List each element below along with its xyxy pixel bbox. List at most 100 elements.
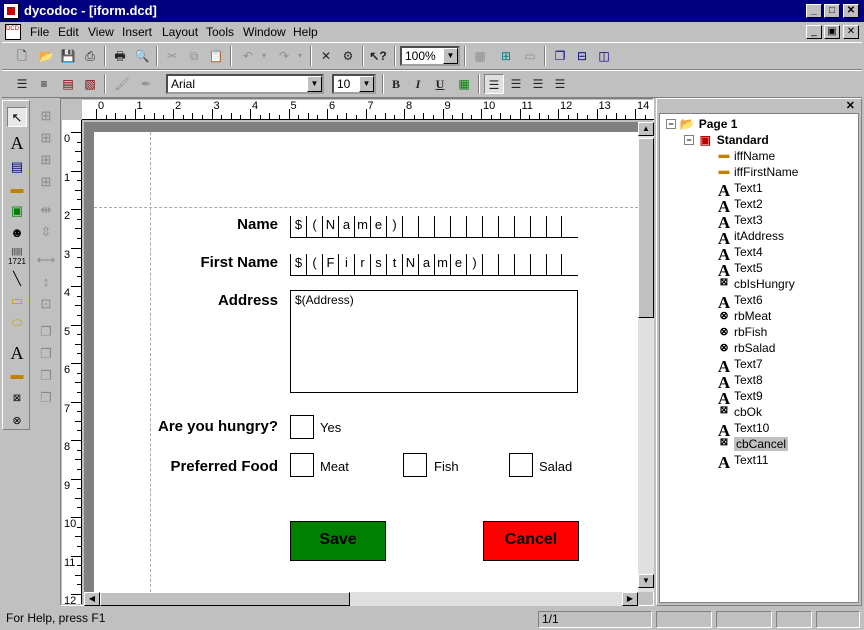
delete-icon[interactable]: ✕ — [316, 46, 336, 66]
brush-icon[interactable]: 🖌 — [112, 74, 132, 94]
scroll-down-icon[interactable]: ▼ — [638, 574, 654, 588]
barcode-icon[interactable]: ||||| 1721 — [7, 247, 27, 267]
font-size-select[interactable]: 10 ▼ — [332, 74, 376, 94]
open-icon[interactable]: 📂 — [36, 46, 56, 66]
tree-item[interactable]: ⊗ rbMeat — [716, 308, 771, 324]
new-icon[interactable]: 🗋 — [12, 46, 32, 66]
chevron-down-icon[interactable]: ▼ — [359, 76, 374, 92]
tree-item[interactable]: A Text11 — [716, 452, 769, 472]
tree-item[interactable]: A Text5 — [716, 260, 763, 280]
doc-close-button[interactable]: ✕ — [843, 25, 859, 39]
font-select[interactable]: Arial ▼ — [166, 74, 324, 94]
ellipse-tool-icon[interactable]: ⬭ — [7, 313, 27, 333]
save-form-button[interactable]: Save — [290, 521, 386, 561]
italic-button[interactable]: I — [408, 74, 428, 94]
input-text-icon[interactable]: A — [7, 343, 27, 363]
field-tool-icon[interactable]: ▬ — [7, 365, 27, 385]
image-icon[interactable]: ▣ — [7, 201, 27, 221]
tree-item[interactable]: ⊗ rbSalad — [716, 340, 775, 356]
pattern-icon[interactable]: ▧ — [80, 74, 100, 94]
menu-insert[interactable]: Insert — [122, 25, 152, 39]
cascade-icon[interactable]: ❐ — [550, 46, 570, 66]
tree-item[interactable]: A Text1 — [716, 180, 763, 200]
undo-icon[interactable]: ↶ — [238, 46, 258, 66]
fish-radio[interactable] — [403, 453, 427, 477]
bold-button[interactable]: B — [386, 74, 406, 94]
print-setup-icon[interactable]: ⎙ — [80, 46, 100, 66]
tree-item[interactable]: ⊠ cbOk — [716, 404, 762, 420]
zoom-select[interactable]: 100% ▼ — [400, 46, 460, 66]
line-thick-icon[interactable]: ≡ — [34, 74, 54, 94]
forward-icon[interactable]: ❐ — [36, 366, 56, 386]
tree-item[interactable]: A Text2 — [716, 196, 763, 216]
align-right-icon[interactable]: ☰ — [528, 74, 548, 94]
tree-group-node[interactable]: − ▣ Standard — [684, 132, 769, 148]
tile-horizontal-icon[interactable]: ⊟ — [572, 46, 592, 66]
line-thin-icon[interactable]: ☰ — [12, 74, 32, 94]
align-left-icon[interactable]: ☰ — [484, 74, 504, 94]
tile-vertical-icon[interactable]: ◫ — [594, 46, 614, 66]
doc-restore-button[interactable]: ▣ — [824, 25, 840, 39]
first-name-input-field[interactable]: $(Fi r s t Na m e) — [290, 254, 578, 276]
tree-item[interactable]: ⊗ rbFish — [716, 324, 767, 340]
align-left-edges-icon[interactable]: ⊞ — [36, 106, 56, 126]
grid-icon[interactable]: ▦ — [470, 46, 490, 66]
align-right-edges-icon[interactable]: ⊞ — [36, 128, 56, 148]
print-icon[interactable]: 🖶 — [110, 46, 130, 66]
pointer-icon[interactable]: ↖ — [7, 107, 27, 127]
scroll-up-icon[interactable]: ▲ — [638, 122, 654, 136]
backward-icon[interactable]: ❐ — [36, 388, 56, 408]
tree-item[interactable]: A Text7 — [716, 356, 763, 376]
justify-icon[interactable]: ☰ — [550, 74, 570, 94]
properties-icon[interactable]: ⚙ — [338, 46, 358, 66]
tree-item[interactable]: A Text6 — [716, 292, 763, 312]
print-preview-icon[interactable]: 🔍 — [132, 46, 152, 66]
text-color-icon[interactable]: ▦ — [454, 74, 474, 94]
undo-dropdown-icon[interactable]: ▾ — [258, 46, 270, 66]
tree-item[interactable]: ⊠ cbCancel — [716, 436, 789, 452]
menu-help[interactable]: Help — [293, 25, 318, 39]
menu-view[interactable]: View — [88, 25, 114, 39]
scroll-left-icon[interactable]: ◀ — [84, 592, 100, 606]
salad-radio[interactable] — [509, 453, 533, 477]
vertical-scrollbar[interactable]: ▲ ▼ — [638, 122, 654, 592]
text-tool-icon[interactable]: A — [7, 133, 27, 153]
design-canvas[interactable]: Name $(Na m e) First Name $(Fi r s t Na m e) Add… — [84, 122, 638, 592]
form-page[interactable]: Name $(Na m e) First Name $(Fi r s t Na m e) Add… — [94, 132, 638, 592]
tree-item[interactable]: AitAddress — [716, 228, 784, 248]
collapse-icon[interactable]: − — [666, 118, 676, 129]
rectangle-tool-icon[interactable]: ▭ — [7, 291, 27, 311]
same-size-icon[interactable]: ⊡ — [36, 294, 56, 314]
tree-page-node[interactable]: − 📂 Page 1 — [666, 116, 737, 132]
pen-icon[interactable]: ✒ — [136, 74, 156, 94]
scroll-thumb[interactable] — [100, 592, 350, 606]
address-input-area[interactable]: $(Address) — [290, 290, 578, 393]
line-tool-icon[interactable]: ╲ — [7, 269, 27, 289]
align-icon[interactable]: ⊞ — [496, 46, 516, 66]
menu-layout[interactable]: Layout — [162, 25, 198, 39]
tree-item[interactable]: A Text9 — [716, 388, 763, 408]
fill-color-icon[interactable]: ▤ — [58, 74, 78, 94]
menu-edit[interactable]: Edit — [58, 25, 79, 39]
context-help-icon[interactable]: ↖? — [368, 46, 388, 66]
menu-window[interactable]: Window — [243, 25, 286, 39]
horizontal-scrollbar[interactable]: ◀ ▶ — [84, 592, 638, 606]
panel-close-icon[interactable]: ✕ — [846, 99, 855, 112]
align-bottom-edges-icon[interactable]: ⊞ — [36, 172, 56, 192]
save-icon[interactable]: 💾 — [58, 46, 78, 66]
tree-item[interactable]: ▬ iffFirstName — [716, 164, 799, 180]
cancel-form-button[interactable]: Cancel — [483, 521, 579, 561]
align-top-edges-icon[interactable]: ⊞ — [36, 150, 56, 170]
tree-item[interactable]: A Text10 — [716, 420, 770, 440]
tree-item[interactable]: A Text8 — [716, 372, 763, 392]
document-icon[interactable] — [5, 24, 21, 40]
input-field-icon[interactable]: ▬ — [7, 179, 27, 199]
ole-object-icon[interactable]: ☻ — [7, 223, 27, 243]
paste-icon[interactable]: 📋 — [206, 46, 226, 66]
doc-minimize-button[interactable]: _ — [806, 25, 822, 39]
tree-item[interactable]: A Text4 — [716, 244, 763, 264]
redo-dropdown-icon[interactable]: ▾ — [294, 46, 306, 66]
radio-tool-icon[interactable]: ⊗ — [7, 411, 27, 431]
collapse-icon[interactable]: − — [684, 134, 694, 145]
chevron-down-icon[interactable]: ▼ — [443, 48, 458, 64]
